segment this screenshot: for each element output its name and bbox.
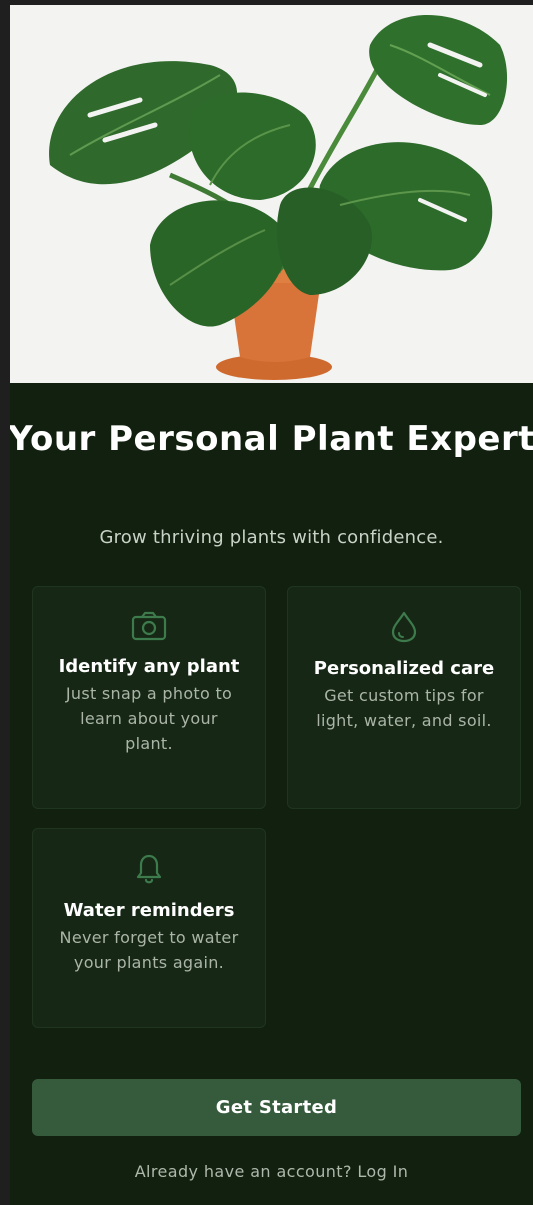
feature-title: Identify any plant [58,656,240,677]
feature-card-identify: Identify any plant Just snap a photo to … [32,586,266,809]
camera-icon [33,611,265,641]
feature-card-care: Personalized care Get custom tips for li… [287,586,521,809]
page-subtitle: Grow thriving plants with confidence. [99,527,444,548]
water-drop-icon [288,611,520,643]
hero-plant-image [10,5,533,383]
login-link[interactable]: Already have an account? Log In [10,1162,533,1181]
feature-card-reminders: Water reminders Never forget to water yo… [32,828,266,1028]
app-screen: Your Personal Plant Expert Grow thriving… [10,5,533,1205]
feature-title: Water reminders [63,900,235,921]
feature-description: Get custom tips for light, water, and so… [316,686,492,730]
page-title: Your Personal Plant Expert [10,419,533,459]
bell-icon [33,853,265,885]
feature-title: Personalized care [313,658,495,679]
get-started-button[interactable]: Get Started [32,1079,521,1136]
feature-description: Just snap a photo to learn about your pl… [65,684,233,753]
feature-description: Never forget to water your plants again. [59,928,239,972]
